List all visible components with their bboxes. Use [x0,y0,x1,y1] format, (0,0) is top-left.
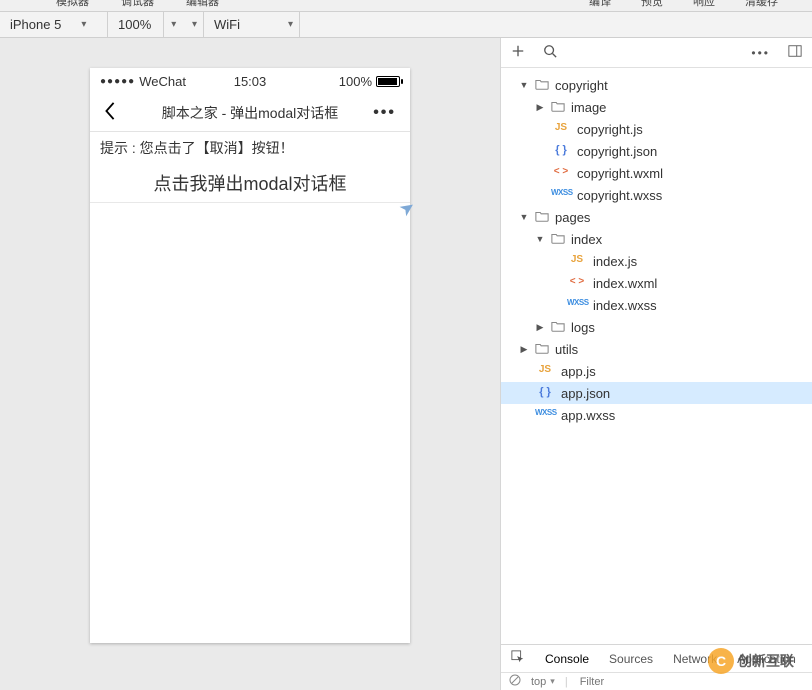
tree-label: image [571,100,606,115]
tree-label: copyright.js [577,122,643,137]
open-modal-button[interactable]: 点击我弹出modal对话框 [90,164,410,203]
file-index.wxml[interactable]: < >index.wxml [501,272,812,294]
clear-console-icon[interactable] [509,674,521,689]
watermark-icon: C [708,648,734,674]
tip-text: 提示 : 您点击了【取消】按钮！ [90,132,410,164]
folder-icon [535,77,549,94]
chevron-down-icon: ▾ [550,676,555,687]
phone-navbar: 脚本之家 - 弹出modal对话框 ••• [90,94,410,132]
tree-label: copyright.wxss [577,188,662,203]
tree-label: index.wxss [593,298,657,313]
chevron-down-icon: ▾ [288,19,293,30]
phone-status-bar: ●●●●● WeChat 15:03 100% [90,68,410,94]
phone-frame: ●●●●● WeChat 15:03 100% [90,68,410,643]
twisty-icon: ▶ [535,102,545,113]
simulator-stage: ●●●●● WeChat 15:03 100% [0,38,500,690]
device-label: iPhone 5 [10,17,61,32]
tree-label: index.js [593,254,637,269]
tree-label: app.wxss [561,408,615,423]
device-toolbar: iPhone 5 ▾ 100% ▾ ▾ WiFi ▾ [0,12,812,38]
tab-resp[interactable]: 响应 [687,0,721,11]
network-label: WiFi [214,17,240,32]
folder-pages[interactable]: ▼ pages [501,206,812,228]
tree-label: index [571,232,602,247]
folder-utils[interactable]: ▶ utils [501,338,812,360]
inspect-icon[interactable] [511,650,525,667]
tab-console[interactable]: Console [545,652,589,666]
file-copyright.json[interactable]: { }copyright.json [501,140,812,162]
tree-label: utils [555,342,578,357]
watermark-text: 创新互联 [738,651,794,671]
folder-index[interactable]: ▼ index [501,228,812,250]
twisty-icon: ▶ [519,344,529,355]
tab-compile[interactable]: 编译 [583,0,617,11]
file-copyright.wxml[interactable]: < >copyright.wxml [501,162,812,184]
chevron-down-icon: ▾ [192,19,197,30]
tree-label: copyright.wxml [577,166,663,181]
folder-logs[interactable]: ▶ logs [501,316,812,338]
file-app.json[interactable]: { }app.json [501,382,812,404]
device-dropdown[interactable]: iPhone 5 ▾ [0,12,108,38]
tab-simulator[interactable]: 模拟器 [50,0,95,11]
tab-sources[interactable]: Sources [609,652,653,666]
tab-editor[interactable]: 编辑器 [180,0,225,11]
file-copyright.wxss[interactable]: WXSScopyright.wxss [501,184,812,206]
tab-debugger[interactable]: 调试器 [115,0,160,11]
clock: 15:03 [90,74,410,89]
page-title: 脚本之家 - 弹出modal对话框 [90,103,410,123]
battery-icon [376,76,400,87]
folder-icon [535,209,549,226]
tree-label: logs [571,320,595,335]
folder-icon [551,319,565,336]
console-toolbar: top ▾ | [501,672,812,690]
tree-label: app.js [561,364,596,379]
folder-copyright[interactable]: ▼ copyright [501,74,812,96]
zoom-extra-dropdown[interactable]: ▾ [164,12,204,38]
panel-toggle-icon[interactable] [788,44,802,61]
more-icon[interactable]: ••• [751,46,770,60]
search-button[interactable] [543,44,557,61]
folder-icon [551,231,565,248]
tab-preview[interactable]: 预览 [635,0,669,11]
tree-label: index.wxml [593,276,657,291]
folder-icon [551,99,565,116]
file-toolbar: ••• [501,38,812,68]
folder-icon [535,341,549,358]
side-panel: ••• ▼ copyright ▶ image JScopyright.js{ }cop… [500,38,812,690]
zoom-label: 100% [118,17,151,32]
twisty-icon: ▼ [519,80,529,90]
chevron-down-icon: ▾ [81,19,86,30]
folder-image[interactable]: ▶ image [501,96,812,118]
tree-label: pages [555,210,590,225]
add-file-button[interactable] [511,44,525,61]
file-tree[interactable]: ▼ copyright ▶ image JScopyright.js{ }copyrig… [501,68,812,644]
editor-tabs: 模拟器 调试器 编辑器 编译 预览 响应 清缓存 [0,0,812,12]
file-index.wxss[interactable]: WXSSindex.wxss [501,294,812,316]
twisty-icon: ▼ [519,212,529,222]
file-app.js[interactable]: JSapp.js [501,360,812,382]
tree-label: copyright [555,78,608,93]
watermark: C 创新互联 [708,648,794,674]
twisty-icon: ▼ [535,234,545,244]
file-copyright.js[interactable]: JScopyright.js [501,118,812,140]
tree-label: copyright.json [577,144,657,159]
twisty-icon: ▶ [535,322,545,333]
network-dropdown[interactable]: WiFi ▾ [204,12,300,38]
file-app.wxss[interactable]: WXSSapp.wxss [501,404,812,426]
filter-input[interactable] [578,675,638,689]
tree-label: app.json [561,386,610,401]
context-dropdown[interactable]: top ▾ [531,676,555,688]
zoom-dropdown[interactable]: 100% ▾ [108,12,164,38]
tab-clear[interactable]: 清缓存 [739,0,784,11]
file-index.js[interactable]: JSindex.js [501,250,812,272]
context-label: top [531,676,546,688]
